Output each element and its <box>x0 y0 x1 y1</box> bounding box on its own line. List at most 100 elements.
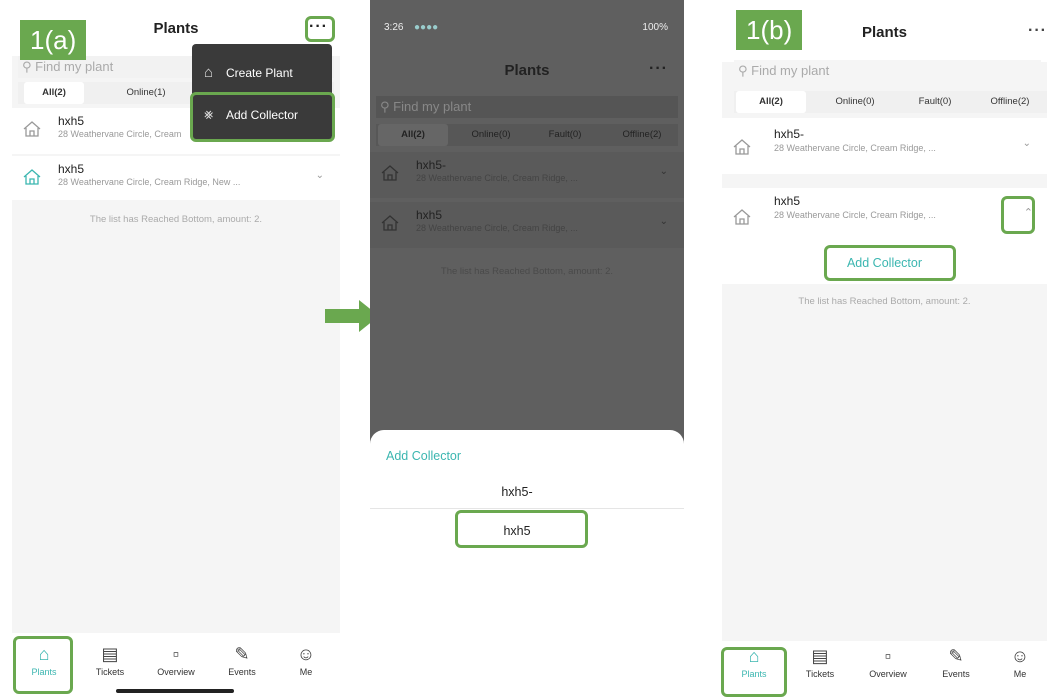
house-icon <box>381 165 399 181</box>
plant-name: hxh5- <box>416 158 447 172</box>
highlight-add-collector-link <box>824 245 956 281</box>
highlight-plants-tab <box>13 636 73 694</box>
ticket-icon: ▤ <box>101 644 119 664</box>
plant-row[interactable]: hxh5 28 Weathervane Circle, Cream Ridge,… <box>370 202 684 248</box>
nav-label: Overview <box>157 667 195 677</box>
nav-tickets[interactable]: ▤ Tickets <box>80 641 140 677</box>
plant-name: hxh5 <box>774 194 801 208</box>
person-icon: ☺ <box>296 644 316 664</box>
plant-name: hxh5- <box>774 127 805 141</box>
chart-icon: ▫ <box>172 644 180 664</box>
nav-me[interactable]: ☺ Me <box>276 641 336 677</box>
search-placeholder: Find my plant <box>35 59 114 74</box>
tab-all[interactable]: All(2) <box>24 82 84 104</box>
tab-online[interactable]: Online(0) <box>456 124 526 146</box>
highlight-plants-tab <box>721 647 787 697</box>
chevron-down-icon[interactable]: ⌄ <box>316 170 324 181</box>
more-menu-button[interactable]: ··· <box>649 60 668 78</box>
option-plant[interactable]: hxh5- <box>370 485 684 499</box>
tutorial-stage: Plants ··· ⚲ Find my plant All(2) Online… <box>0 0 1047 699</box>
plant-name: hxh5 <box>58 114 85 128</box>
divider <box>370 508 684 509</box>
highlight-expand-chevron <box>1001 196 1035 234</box>
nav-events[interactable]: ✎ Events <box>212 641 272 677</box>
nav-label: Events <box>228 667 256 677</box>
house-icon: ⌂ <box>204 64 214 81</box>
list-end-note: The list has Reached Bottom, amount: 2. <box>440 266 614 277</box>
nav-label: Me <box>1013 669 1027 679</box>
phone-screen-sheet: 3:26 ●●●● 100% Plants ··· ⚲ Find my plan… <box>370 0 684 699</box>
chart-icon: ▫ <box>884 646 892 666</box>
more-menu-button[interactable]: ··· <box>1028 22 1047 40</box>
filter-tabs: All(2) Online(0) Fault(0) Offline(2) <box>376 124 678 146</box>
nav-overview[interactable]: ▫ Overview <box>858 643 918 679</box>
nav-label: Me <box>299 667 313 677</box>
home-indicator <box>116 689 234 693</box>
plant-address: 28 Weathervane Circle, Cream Ridge, ... <box>416 223 578 233</box>
ticket-icon: ▤ <box>811 646 829 666</box>
house-icon <box>381 215 399 231</box>
step-label-1a: 1(a) <box>20 20 87 60</box>
tab-offline[interactable]: Offline(2) <box>606 124 678 146</box>
filter-tabs: All(2) Online(0) Fault(0) Offline(2) <box>734 91 1047 113</box>
house-icon <box>733 139 751 155</box>
chevron-down-icon[interactable]: ⌄ <box>660 166 668 177</box>
plant-row[interactable]: hxh5 28 Weathervane Circle, Cream Ridge,… <box>12 156 340 200</box>
house-icon <box>23 169 41 185</box>
tab-offline[interactable]: Offline(2) <box>974 91 1046 113</box>
sheet-title: Add Collector <box>386 449 462 463</box>
list-end-note: The list has Reached Bottom, amount: 2. <box>798 296 971 307</box>
page-title: Plants <box>504 62 550 79</box>
plant-address: 28 Weathervane Circle, Cream Ridge, ... <box>774 143 936 153</box>
highlight-option-hxh5 <box>455 510 588 548</box>
plant-name: hxh5 <box>416 208 443 222</box>
plant-address: 28 Weathervane Circle, Cream Ridge, New … <box>58 177 241 187</box>
search-placeholder: Find my plant <box>751 63 830 78</box>
person-icon: ☺ <box>1010 646 1030 666</box>
search-icon: ⚲ <box>738 63 748 78</box>
house-icon <box>733 209 751 225</box>
wrench-icon: ✎ <box>234 644 250 664</box>
plant-row[interactable]: hxh5- 28 Weathervane Circle, Cream Ridge… <box>722 118 1047 174</box>
phone-screen-b: Plants ··· ⚲ Find my plant All(2) Online… <box>722 0 1047 699</box>
nav-tickets[interactable]: ▤ Tickets <box>790 643 850 679</box>
search-icon: ⚲ <box>380 99 390 114</box>
search-input[interactable]: ⚲ Find my plant <box>376 96 678 118</box>
tab-fault[interactable]: Fault(0) <box>530 124 600 146</box>
tab-online[interactable]: Online(1) <box>116 82 176 104</box>
list-end-note: The list has Reached Bottom, amount: 2. <box>89 214 263 225</box>
search-icon: ⚲ <box>22 59 32 74</box>
nav-label: Tickets <box>95 667 125 677</box>
chevron-down-icon[interactable]: ⌄ <box>660 216 668 227</box>
wrench-icon: ✎ <box>948 646 964 666</box>
nav-label: Events <box>942 669 970 679</box>
step-label-1b: 1(b) <box>736 10 803 50</box>
search-placeholder: Find my plant <box>393 99 472 114</box>
tab-online[interactable]: Online(0) <box>820 91 890 113</box>
plant-address: 28 Weathervane Circle, Cream Ridge, ... <box>416 173 578 183</box>
nav-label: Overview <box>869 669 907 679</box>
plant-address: 28 Weathervane Circle, Cream Ridge, ... <box>774 210 936 220</box>
menu-item-create-plant[interactable]: ⌂ Create Plant <box>204 64 293 81</box>
highlight-more-button <box>305 16 335 42</box>
nav-label: Tickets <box>805 669 835 679</box>
house-icon <box>23 121 41 137</box>
plant-address: 28 Weathervane Circle, Cream <box>58 129 182 139</box>
add-collector-sheet: Add Collector hxh5- hxh5 <box>370 430 684 699</box>
status-time: 3:26 <box>384 22 404 33</box>
nav-me[interactable]: ☺ Me <box>990 643 1047 679</box>
tab-fault[interactable]: Fault(0) <box>900 91 970 113</box>
plant-row[interactable]: hxh5- 28 Weathervane Circle, Cream Ridge… <box>370 152 684 198</box>
battery-status: 100% <box>642 22 668 33</box>
tab-all[interactable]: All(2) <box>736 91 806 113</box>
chevron-down-icon[interactable]: ⌄ <box>1023 138 1031 149</box>
tab-all[interactable]: All(2) <box>378 124 448 146</box>
nav-events[interactable]: ✎ Events <box>926 643 986 679</box>
nav-overview[interactable]: ▫ Overview <box>146 641 206 677</box>
menu-item-label: Create Plant <box>226 66 293 80</box>
search-input[interactable]: ⚲ Find my plant <box>734 60 1041 82</box>
status-bar: 3:26 ●●●● 100% <box>370 22 684 38</box>
highlight-add-collector <box>190 92 335 142</box>
notification-icons: ●●●● <box>414 22 439 33</box>
plant-name: hxh5 <box>58 162 85 176</box>
